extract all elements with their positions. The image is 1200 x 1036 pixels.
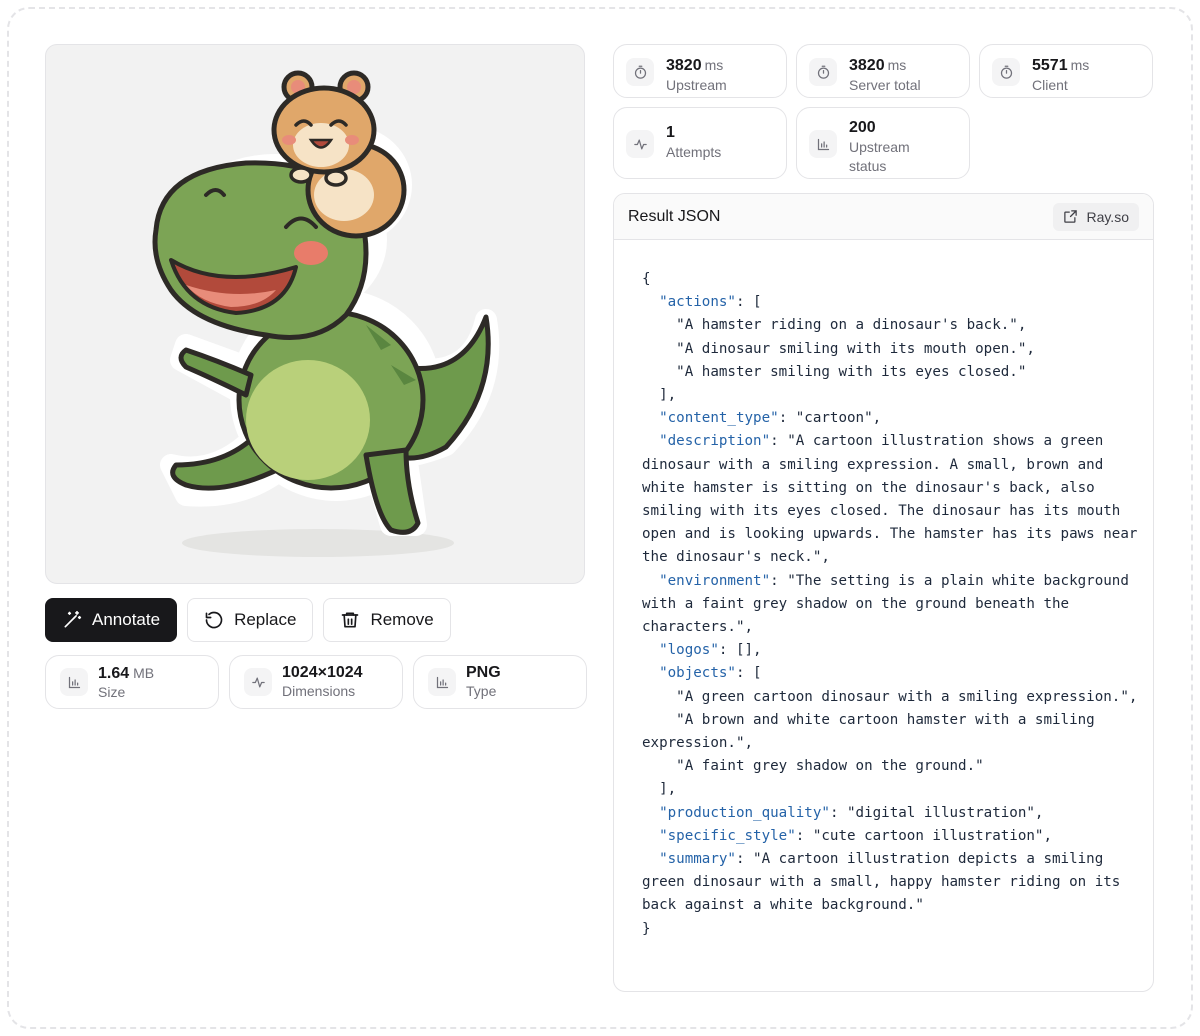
rayso-button[interactable]: Ray.so	[1053, 202, 1139, 231]
rotate-ccw-icon	[205, 611, 223, 629]
meta-type: PNG Type	[413, 655, 587, 709]
activity-icon	[244, 668, 272, 696]
meta-size: 1.64 MB Size	[45, 655, 219, 709]
activity-icon	[626, 130, 654, 158]
remove-label: Remove	[370, 610, 434, 629]
meta-dimensions-value: 1024×1024	[282, 664, 363, 681]
json-key: "logos"	[659, 642, 719, 659]
meta-dimensions: 1024×1024 Dimensions	[229, 655, 403, 709]
stopwatch-icon	[809, 58, 837, 86]
annotate-label: Annotate	[92, 610, 161, 629]
stat-label: Upstream status	[849, 139, 910, 174]
stat-unit: ms	[1070, 57, 1090, 73]
bar-chart-icon	[60, 668, 88, 696]
stat-unit: ms	[704, 57, 724, 73]
meta-type-value: PNG	[466, 664, 501, 681]
stat-label: Client	[1032, 77, 1068, 93]
image-preview	[45, 44, 585, 584]
stat-label: Attempts	[666, 144, 722, 160]
stat-client: 5571 ms Client	[979, 44, 1153, 98]
meta-size-label: Size	[98, 683, 126, 700]
result-json-code: { "actions": [ "A hamster riding on a di…	[642, 271, 1138, 937]
rayso-label: Ray.so	[1086, 208, 1129, 225]
magic-wand-icon	[64, 610, 82, 628]
meta-size-unit: MB	[133, 664, 155, 681]
meta-dimensions-label: Dimensions	[282, 683, 356, 699]
stat-upstream-status: 200 Upstream status	[796, 107, 970, 179]
replace-button[interactable]: Replace	[187, 598, 314, 642]
stat-attempts: 1 Attempts	[613, 107, 787, 179]
stat-value: 1	[666, 124, 675, 141]
stopwatch-icon	[992, 58, 1020, 86]
stat-upstream: 3820 ms Upstream	[613, 44, 787, 98]
stat-unit: ms	[887, 57, 907, 73]
annotate-button[interactable]: Annotate	[45, 598, 178, 642]
stopwatch-icon	[626, 58, 654, 86]
image-meta: 1.64 MB Size 1024×1024 Dimensions PNG Typ…	[45, 655, 587, 709]
result-header: Result JSON Ray.so	[614, 194, 1153, 240]
stat-label: Upstream	[666, 77, 727, 93]
json-key: "actions"	[659, 294, 736, 311]
json-key: "environment"	[659, 572, 771, 589]
bar-chart-icon	[428, 668, 456, 696]
stat-label: Server total	[849, 77, 921, 93]
json-key: "objects"	[659, 665, 736, 682]
stat-value: 5571	[1032, 57, 1068, 74]
meta-type-label: Type	[466, 683, 497, 699]
replace-label: Replace	[234, 610, 297, 629]
stat-server-total: 3820 ms Server total	[796, 44, 970, 98]
stat-value: 200	[849, 119, 876, 136]
json-key: "specific_style"	[659, 827, 796, 844]
image-toolbar: Annotate Replace Remove	[45, 598, 451, 642]
trash-icon	[342, 612, 359, 628]
result-title: Result JSON	[628, 207, 721, 225]
stat-value: 3820	[666, 57, 702, 74]
external-link-icon	[1064, 210, 1078, 223]
result-panel: Result JSON Ray.so { "actions": [ "A ham…	[613, 193, 1154, 992]
json-key: "content_type"	[659, 410, 779, 427]
json-key: "summary"	[659, 851, 736, 868]
bar-chart-icon	[809, 130, 837, 158]
remove-button[interactable]: Remove	[323, 598, 451, 642]
stat-value: 3820	[849, 57, 885, 74]
meta-size-value: 1.64	[98, 664, 130, 682]
json-key: "production_quality"	[659, 804, 830, 821]
dinosaur-hamster-illustration	[152, 70, 500, 557]
json-key: "description"	[659, 433, 771, 450]
